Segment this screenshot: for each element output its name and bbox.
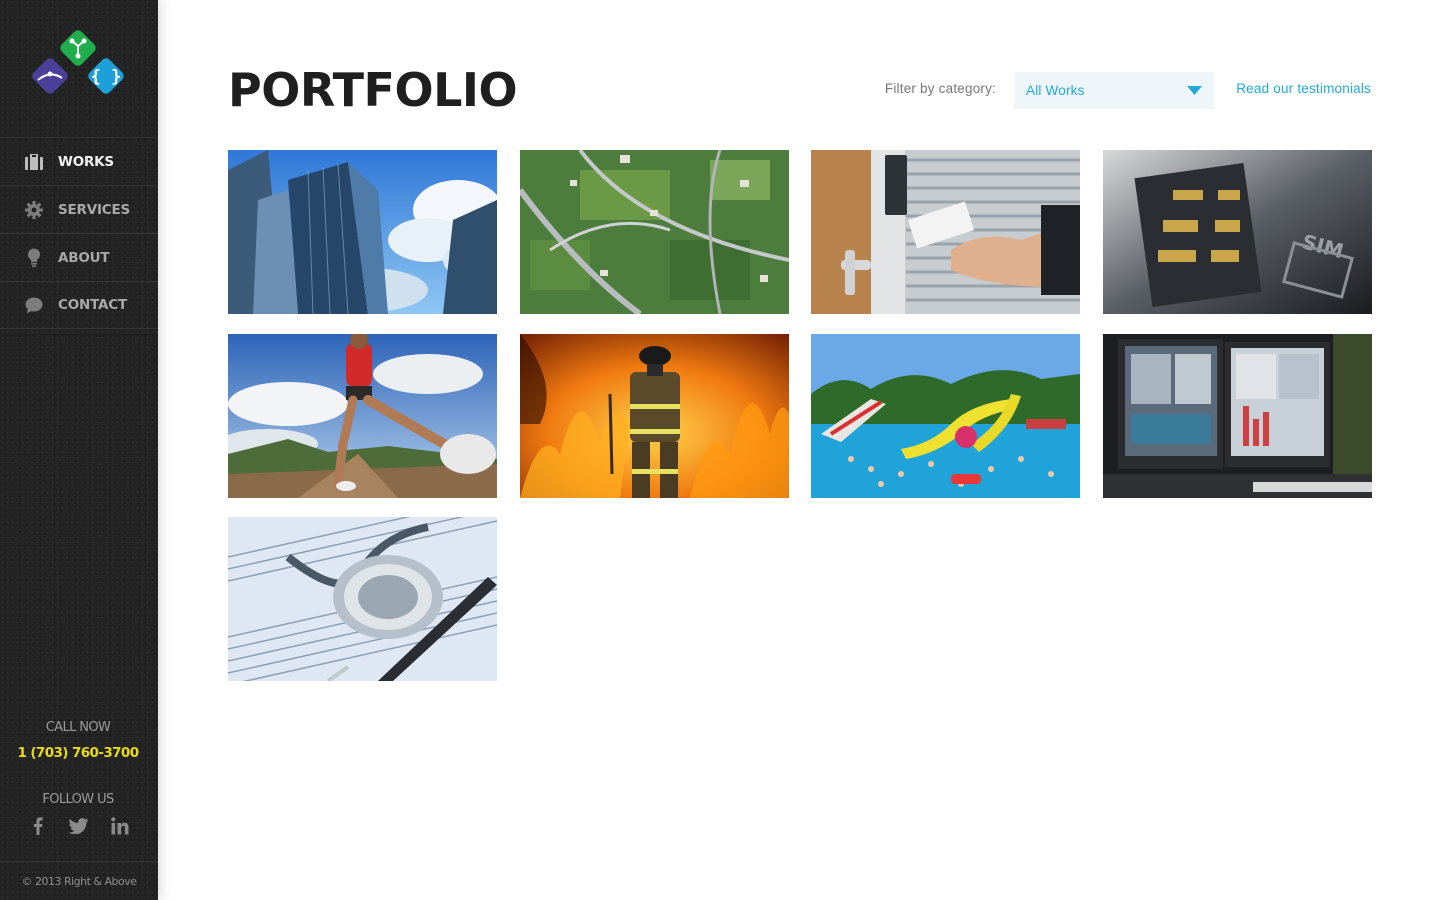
page-title: PORTFOLIO (228, 63, 518, 117)
computer-monitors-image (1103, 334, 1372, 498)
lightbulb-icon (24, 248, 44, 268)
nav-label-contact: CONTACT (58, 297, 128, 313)
nav-item-works[interactable]: WORKS (0, 137, 158, 185)
stethoscope-image (228, 517, 497, 681)
portfolio-item-firefighter[interactable] (520, 334, 789, 498)
nav-label-about: ABOUT (58, 249, 110, 266)
read-testimonials-link[interactable]: Read our testimonials (1214, 81, 1371, 96)
nav-item-services[interactable]: SERVICES (0, 185, 158, 233)
twitter-icon[interactable] (68, 815, 90, 837)
portfolio-item-computer-monitors[interactable] (1103, 334, 1372, 498)
firefighter-image (520, 334, 789, 498)
runner-image (228, 334, 497, 498)
portfolio-item-keycard-access[interactable] (811, 150, 1080, 314)
nav-label-works: WORKS (58, 153, 114, 170)
portfolio-item-sim-card[interactable]: SIM (1103, 150, 1372, 314)
linkedin-icon[interactable] (109, 815, 131, 837)
svg-text:{ }: { } (91, 67, 122, 87)
briefcase-icon (24, 152, 44, 172)
follow-us-label: FOLLOW US (42, 792, 114, 807)
nav-item-contact[interactable]: CONTACT (0, 281, 158, 329)
sidebar: { } WORKS SERVICES ABOUT CONTACT CALL NO… (0, 0, 158, 900)
filter-selected-value: All Works (1026, 83, 1085, 98)
company-logo[interactable]: { } (28, 28, 128, 100)
category-filter-dropdown[interactable]: All Works (1014, 72, 1214, 109)
facebook-icon[interactable] (27, 815, 49, 837)
portfolio-item-aerial-map[interactable] (520, 150, 789, 314)
skyscrapers-image (228, 150, 497, 314)
social-links (27, 815, 131, 837)
nav-label-services: SERVICES (58, 201, 131, 218)
aerial-map-image (520, 150, 789, 314)
sim-card-image: SIM (1103, 150, 1372, 314)
chevron-down-icon (1187, 86, 1202, 95)
portfolio-item-stethoscope[interactable] (228, 517, 497, 681)
nav-item-about[interactable]: ABOUT (0, 233, 158, 281)
main-nav: WORKS SERVICES ABOUT CONTACT (0, 137, 158, 329)
portfolio-item-runner[interactable] (228, 334, 497, 498)
call-now-label: CALL NOW (45, 720, 111, 735)
speech-bubble-icon (24, 295, 44, 315)
gear-icon (24, 200, 44, 220)
keycard-access-image (811, 150, 1080, 314)
filter-label: Filter by category: (884, 81, 996, 96)
portfolio-item-skyscrapers[interactable] (228, 150, 497, 314)
water-park-image (811, 334, 1080, 498)
copyright: © 2013 Right & Above (0, 861, 158, 900)
portfolio-item-water-park[interactable] (811, 334, 1080, 498)
phone-number[interactable]: 1 (703) 760-3700 (0, 745, 156, 761)
